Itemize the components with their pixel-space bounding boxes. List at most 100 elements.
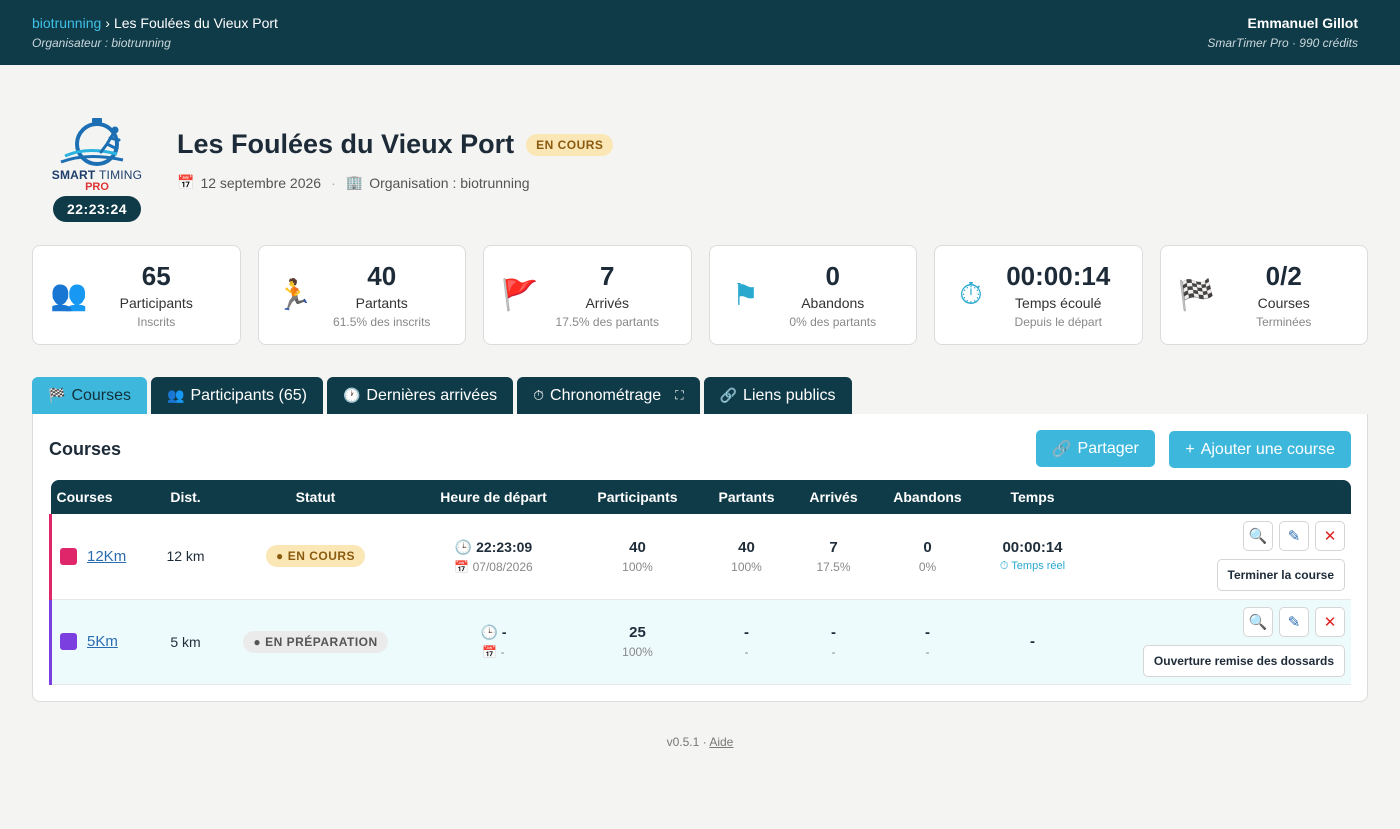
courses-panel: Courses 🔗 Partager + Ajouter une course Co…	[32, 414, 1368, 702]
event-title-row: Les Foulées du Vieux Port EN COURS	[177, 129, 614, 160]
calendar-icon: 📅	[454, 559, 470, 574]
fullscreen-icon[interactable]: ⛶	[675, 388, 683, 403]
stat-sub: Terminées	[1256, 315, 1312, 329]
col-abandons: Abandons	[893, 489, 962, 505]
course-link[interactable]: 12Km	[87, 548, 126, 565]
col-actions	[1083, 480, 1352, 514]
user-info[interactable]: Emmanuel Gillot SmarTimer Pro · 990 créd…	[1207, 15, 1358, 50]
stat-label: Partants	[355, 295, 408, 311]
event-info: Les Foulées du Vieux Port EN COURS 📅 12 …	[177, 129, 614, 191]
edit-button[interactable]: ✎	[1279, 521, 1309, 552]
tab-courses[interactable]: 🏁 Courses	[32, 377, 148, 414]
col-courses: Courses	[56, 489, 113, 505]
flag-icon: ⚑	[732, 278, 759, 312]
stat-value: 65	[141, 261, 171, 291]
runner-icon: 🏃	[275, 278, 314, 312]
checkered-flag-icon: 🏁	[1177, 278, 1216, 312]
col-temps: Temps	[1010, 489, 1055, 505]
stopwatch-runner-icon	[60, 118, 124, 166]
stat-label: Arrivés	[585, 295, 630, 311]
organizer-label: Organisateur : biotrunning	[32, 36, 171, 50]
event-title: Les Foulées du Vieux Port	[177, 129, 515, 159]
tab-recent-arrivals[interactable]: 🕐 Dernières arrivées	[326, 377, 514, 414]
stat-sub: 0% des partants	[789, 315, 877, 329]
col-arrives: Arrivés	[809, 489, 858, 505]
realtime-label: ⏱ Temps réel	[999, 560, 1066, 573]
stat-value: 7	[600, 261, 615, 291]
user-plan: SmarTimer Pro · 990 crédits	[1207, 36, 1358, 50]
panel-header: Courses 🔗 Partager + Ajouter une course	[49, 430, 1351, 468]
stopwatch-icon: ⏱	[959, 278, 983, 311]
stopwatch-icon: ⏱	[533, 387, 545, 403]
version-label: v0.5.1 ·	[666, 734, 710, 749]
stats-row: 👥 65 Participants Inscrits 🏃 40 Partants…	[0, 245, 1400, 345]
event-meta: 📅 12 septembre 2026 · 🏢 Organisation : b…	[177, 174, 530, 191]
tab-participants[interactable]: 👥 Participants (65)	[151, 377, 323, 414]
stat-label: Participants	[119, 295, 193, 311]
clock-icon: 🕒	[454, 538, 473, 555]
stat-value: 40	[367, 261, 397, 291]
smart-timing-logo: SMART TIMING PRO 22:23:24	[50, 116, 144, 222]
stat-value: 0	[825, 261, 840, 291]
courses-table: Courses Dist. Statut Heure de départ Par…	[49, 480, 1351, 685]
panel-title: Courses	[49, 438, 122, 459]
people-icon: 👥	[50, 278, 88, 312]
tab-label: Courses	[71, 386, 132, 404]
close-icon: ✕	[1323, 528, 1337, 546]
stat-sub: Depuis le départ	[1014, 315, 1102, 329]
finish-course-button[interactable]: Terminer la course	[1216, 559, 1345, 592]
table-row: 5Km 5 km ● EN PRÉPARATION 🕒 - 📅 - 25 100% …	[49, 599, 1351, 685]
event-date: 12 septembre 2026	[200, 174, 322, 191]
stat-card-elapsed: ⏱ 00:00:14 Temps écoulé Depuis le départ	[934, 245, 1143, 345]
elapsed-time: -	[1030, 633, 1035, 650]
start-date: 📅 07/08/2026	[454, 559, 533, 574]
stat-label: Courses	[1257, 295, 1310, 311]
edit-button[interactable]: ✎	[1279, 606, 1309, 637]
breadcrumb-org-link[interactable]: biotrunning	[32, 15, 101, 31]
stat-card-participants: 👥 65 Participants Inscrits	[32, 245, 241, 345]
stat-label: Temps écoulé	[1015, 295, 1102, 311]
calendar-icon: 📅	[177, 174, 195, 190]
view-button[interactable]: 🔍	[1243, 606, 1273, 637]
panel-actions: 🔗 Partager + Ajouter une course	[1026, 430, 1351, 468]
stat-card-abandons: ⚑ 0 Abandons 0% des partants	[708, 245, 917, 345]
table-header-row: Courses Dist. Statut Heure de départ Par…	[50, 480, 1352, 514]
help-link[interactable]: Aide	[709, 735, 733, 749]
breadcrumb-event: Les Foulées du Vieux Port	[113, 15, 278, 31]
footer: v0.5.1 · Aide	[0, 735, 1400, 749]
col-start-time: Heure de départ	[440, 489, 547, 505]
tab-public-links[interactable]: 🔗 Liens publics	[703, 377, 852, 414]
share-button[interactable]: 🔗 Partager	[1035, 430, 1155, 467]
tab-timing[interactable]: ⏱ Chronométrage ⛶	[517, 377, 700, 414]
view-button[interactable]: 🔍	[1243, 521, 1273, 552]
people-icon: 👥	[167, 387, 185, 403]
breadcrumb-separator: ›	[105, 15, 110, 31]
clock-icon: 🕒	[480, 624, 498, 640]
building-icon: 🏢	[345, 174, 364, 190]
event-organisation: Organisation : biotrunning	[369, 174, 530, 191]
plus-icon: +	[1185, 440, 1195, 458]
add-course-button[interactable]: + Ajouter une course	[1169, 431, 1351, 468]
delete-button[interactable]: ✕	[1315, 606, 1345, 637]
tab-label: Chronométrage	[550, 386, 662, 404]
top-bar: biotrunning › Les Foulées du Vieux Port Or…	[0, 0, 1400, 65]
course-link[interactable]: 5Km	[87, 633, 118, 650]
start-time: 🕒 22:23:09	[454, 538, 533, 555]
stat-card-arrives: 🚩 7 Arrivés 17.5% des partants	[483, 245, 692, 345]
status-badge: ● EN COURS	[265, 545, 366, 568]
col-status: Statut	[295, 489, 336, 505]
tab-label: Participants (65)	[190, 386, 307, 404]
logo-brand: SMART TIMING	[51, 168, 143, 182]
open-bib-distribution-button[interactable]: Ouverture remise des dossards	[1142, 644, 1345, 677]
stat-value: 0/2	[1265, 261, 1302, 291]
col-participants: Participants	[597, 489, 678, 505]
delete-button[interactable]: ✕	[1315, 521, 1345, 552]
stat-sub: Inscrits	[137, 315, 176, 329]
start-time: 🕒 -	[480, 624, 507, 640]
elapsed-time: 00:00:14	[1002, 539, 1063, 557]
event-status-badge: EN COURS	[526, 133, 614, 156]
stat-value: 00:00:14	[1006, 261, 1111, 291]
stat-sub: 61.5% des inscrits	[333, 315, 431, 329]
col-partants: Partants	[718, 489, 775, 505]
user-name: Emmanuel Gillot	[1247, 15, 1358, 31]
